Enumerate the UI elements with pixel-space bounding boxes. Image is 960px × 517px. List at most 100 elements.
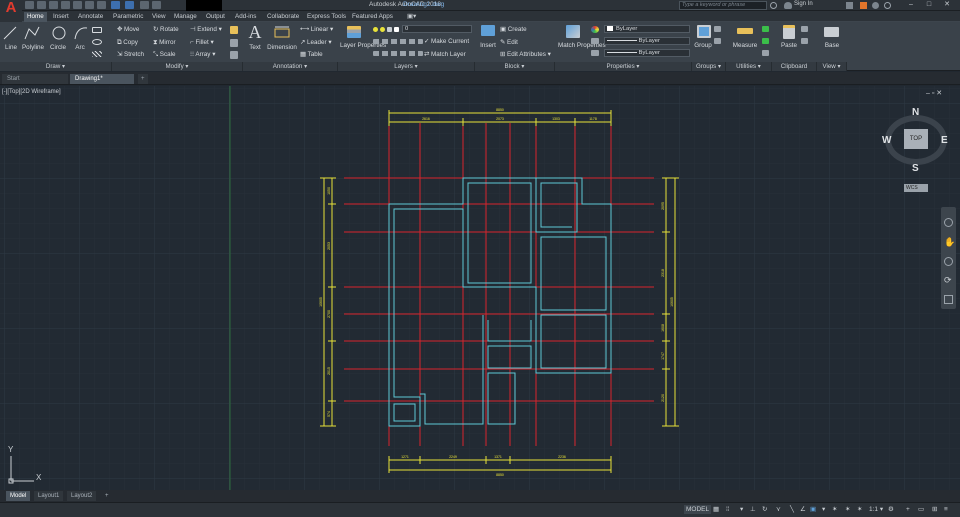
match-properties-button[interactable]: Match Properties [558, 42, 606, 50]
viewcube-north[interactable]: N [912, 107, 919, 118]
ribbon-minimize-icon[interactable]: ▣▾ [404, 12, 419, 22]
color-dropdown[interactable]: ByLayer [604, 25, 690, 33]
annotation-panel-title[interactable]: Annotation ▾ [243, 62, 338, 71]
utilities-panel-title[interactable]: Utilities ▾ [726, 62, 772, 71]
copy-clip-icon[interactable] [801, 38, 808, 44]
viewport-window-controls[interactable]: – ▫ ✕ [926, 89, 942, 97]
tab-add-ins[interactable]: Add-ins [232, 12, 259, 22]
group-edit-icon[interactable] [714, 38, 721, 44]
new-tab-button[interactable]: + [138, 74, 148, 84]
rotate-button[interactable]: ↻ Rotate [153, 25, 179, 34]
layer-dropdown[interactable]: 0 [402, 25, 472, 33]
exchange-icon[interactable] [846, 2, 853, 9]
arc-button[interactable]: Arc [71, 43, 89, 52]
text-button[interactable]: Text [244, 43, 266, 52]
ortho-icon[interactable]: ↻ [762, 505, 767, 514]
block-panel-title[interactable]: Block ▾ [475, 62, 555, 71]
undo-icon[interactable] [111, 1, 120, 9]
object-snap-tracking-icon[interactable]: ∠ [800, 505, 806, 514]
offset-icon[interactable] [230, 51, 238, 59]
redo-icon[interactable] [125, 1, 134, 9]
autodesk-a360-icon[interactable] [860, 2, 867, 9]
scale-button[interactable]: ⤡ Scale [153, 50, 176, 59]
layout-tab-layout2[interactable]: Layout2 [67, 491, 97, 501]
quick-calc-icon[interactable] [762, 26, 769, 32]
mirror-button[interactable]: ⧗ Mirror [153, 38, 176, 47]
circle-button[interactable]: Circle [47, 43, 69, 52]
orbit-icon[interactable]: ⟳ [944, 276, 953, 285]
app-menu-button[interactable]: A [0, 0, 22, 24]
layout-tab-model[interactable]: Model [6, 491, 31, 501]
minimize-button[interactable]: – [906, 1, 916, 9]
hatch-icon[interactable] [92, 51, 102, 57]
isodraft-icon[interactable]: ╲ [790, 505, 794, 514]
annotation-visibility-icon[interactable]: ✶ [832, 505, 837, 514]
help-icon[interactable] [884, 2, 891, 9]
rectangle-icon[interactable] [92, 27, 102, 33]
quick-access-menu-icon[interactable] [152, 1, 161, 9]
fillet-button[interactable]: ⌐ Fillet ▾ [190, 38, 214, 47]
tab-home[interactable]: Home [24, 12, 47, 22]
linear-button[interactable]: ⟷ Linear ▾ [300, 25, 333, 34]
modify-panel-title[interactable]: Modify ▾ [112, 62, 243, 71]
search-input[interactable]: Type a keyword or phrase [679, 1, 767, 10]
polar-tracking-icon[interactable]: ⋎ [776, 505, 781, 514]
layer-freeze-icon[interactable] [380, 27, 385, 32]
cut-icon[interactable] [801, 26, 808, 32]
table-button[interactable]: ▦ Table [300, 50, 323, 59]
tab-output[interactable]: Output [203, 12, 228, 22]
tab-featured-apps[interactable]: Featured Apps [349, 12, 396, 22]
zoom-extents-icon[interactable] [944, 257, 953, 266]
edit-attributes-button[interactable]: ⊞ Edit Attributes ▾ [500, 50, 551, 59]
open-file-icon[interactable] [37, 1, 46, 9]
tab-express-tools[interactable]: Express Tools [304, 12, 349, 22]
annotation-monitor-icon[interactable]: ✶ [857, 505, 862, 514]
web-save-icon[interactable] [85, 1, 94, 9]
file-tab-start[interactable]: Start [2, 74, 68, 84]
layout-tab-layout1[interactable]: Layout1 [34, 491, 64, 501]
copy-button[interactable]: ⧉ Copy [117, 38, 138, 47]
tab-view[interactable]: View [149, 12, 169, 22]
array-button[interactable]: ⁝⁝ Array ▾ [190, 50, 215, 59]
clipboard-panel-title[interactable]: Clipboard [772, 62, 817, 71]
ungroup-icon[interactable] [714, 26, 721, 32]
grid-toggle-icon[interactable]: ▦ [713, 505, 719, 514]
tab-annotate[interactable]: Annotate [75, 12, 106, 22]
infer-constraints-icon[interactable]: ▾ [740, 505, 743, 514]
viewport-controls[interactable]: [-][Top][2D Wireframe] [2, 89, 61, 95]
dimension-button[interactable]: Dimension [266, 43, 298, 52]
groups-panel-title[interactable]: Groups ▾ [692, 62, 726, 71]
layer-lock-icon[interactable] [387, 27, 392, 32]
edit-block-button[interactable]: ✎ Edit [500, 38, 518, 47]
make-current-button[interactable]: ✓ Make Current [424, 37, 469, 46]
workspace-gear-icon[interactable]: ⚙ [888, 505, 894, 514]
properties-panel-title[interactable]: Properties ▾ [555, 62, 692, 71]
viewcube-south[interactable]: S [912, 163, 919, 174]
tab-collaborate[interactable]: Collaborate [264, 12, 302, 22]
new-file-icon[interactable] [25, 1, 34, 9]
stretch-button[interactable]: ⇲ Stretch [117, 50, 144, 59]
share-icon[interactable] [140, 1, 149, 9]
pan-icon[interactable]: ✋ [944, 238, 955, 247]
tab-manage[interactable]: Manage [171, 12, 200, 22]
ellipse-icon[interactable] [92, 39, 102, 45]
linetype-dropdown[interactable]: ByLayer [604, 37, 690, 45]
annotation-scale-button[interactable]: 1:1 ▾ [869, 505, 883, 514]
tab-parametric[interactable]: Parametric [110, 12, 146, 22]
match-layer-button[interactable]: ⇄ Match Layer [424, 50, 466, 59]
steering-wheel-icon[interactable] [944, 218, 953, 227]
drawing-svg[interactable]: 8850 2616 2073 1303 1178 1271 2249 1371 … [0, 86, 960, 490]
wcs-menu[interactable]: WCS [904, 184, 928, 192]
viewcube-west[interactable]: W [882, 135, 891, 146]
close-button[interactable]: ✕ [942, 1, 952, 9]
polyline-button[interactable]: Polyline [20, 43, 46, 52]
viewcube-east[interactable]: E [941, 135, 948, 146]
group-button[interactable]: Group [692, 41, 714, 50]
leader-button[interactable]: ↗ Leader ▾ [300, 38, 332, 47]
layers-panel-title[interactable]: Layers ▾ [338, 62, 475, 71]
save-icon[interactable] [49, 1, 58, 9]
stay-connected-icon[interactable] [872, 2, 879, 9]
paste-button[interactable]: Paste [778, 41, 800, 50]
object-snap-icon[interactable]: ▣ [810, 505, 816, 514]
file-tab-drawing1[interactable]: Drawing1* [70, 74, 134, 84]
